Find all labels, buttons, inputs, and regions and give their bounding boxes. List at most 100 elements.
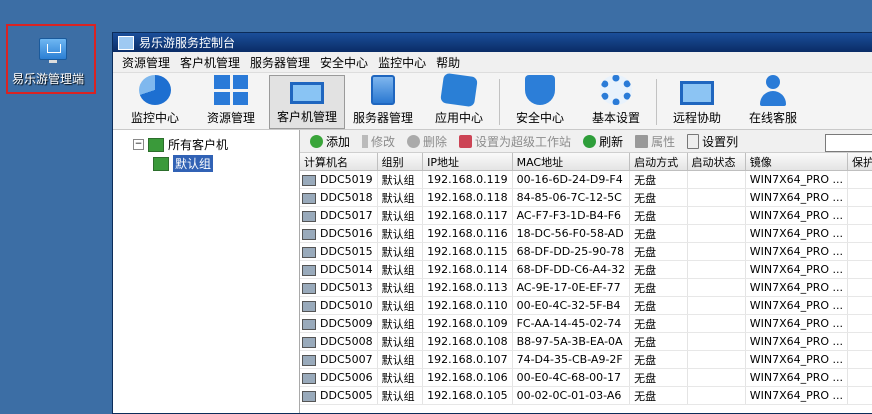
set-columns-button[interactable]: 设置列	[681, 133, 744, 150]
basic-settings-button[interactable]: 基本设置	[578, 75, 654, 129]
table-cell	[687, 188, 746, 207]
table-cell	[847, 278, 872, 297]
table-cell: 192.168.0.117	[422, 206, 513, 225]
menu-resource[interactable]: 资源管理	[117, 54, 175, 71]
delete-button[interactable]: 删除	[401, 133, 453, 150]
table-cell	[847, 224, 872, 243]
add-icon	[310, 134, 323, 148]
table-cell: 默认组	[377, 350, 424, 369]
col-header-boot-mode[interactable]: 启动方式	[629, 153, 688, 171]
table-row[interactable]: DDC5017 默认组 192.168.0.117 AC-F7-F3-1D-B4-F6…	[300, 206, 872, 225]
toolbar-label: 应用中心	[434, 111, 483, 125]
col-header-image[interactable]: 镜像	[745, 153, 849, 171]
add-button[interactable]: 添加	[304, 133, 356, 150]
refresh-icon	[583, 134, 597, 148]
table-row[interactable]: DDC5007 默认组 192.168.0.107 74-D4-35-CB-A9-2F…	[300, 350, 872, 369]
tree-node-default-group[interactable]: 默认组	[153, 155, 214, 172]
tree-node-all-clients[interactable]: − 所有客户机	[133, 136, 228, 153]
table-cell: 无盘	[629, 224, 688, 243]
computer-icon	[302, 300, 316, 312]
table-cell: FC-AA-14-45-02-74	[512, 314, 631, 333]
table-cell: 192.168.0.109	[422, 314, 513, 333]
table-cell: WIN7X64_PRO ...	[745, 332, 849, 351]
table-cell: AC-9E-17-0E-EF-77	[512, 278, 631, 297]
network-group-icon	[153, 156, 169, 171]
col-header-boot-status[interactable]: 启动状态	[687, 153, 746, 171]
remote-assist-button[interactable]: 远程协助	[659, 75, 735, 129]
monitor-center-button[interactable]: 监控中心	[117, 75, 193, 129]
computer-icon	[302, 192, 316, 204]
menu-monitor[interactable]: 监控中心	[373, 54, 431, 71]
table-cell: 无盘	[629, 170, 688, 189]
tree-label: 所有客户机	[168, 138, 229, 152]
table-cell	[847, 314, 872, 333]
client-actions-bar: 添加 修改 删除 设置为超级工作站 刷新 属性 设置列	[300, 130, 872, 153]
table-cell: 默认组	[377, 314, 424, 333]
table-row[interactable]: DDC5006 默认组 192.168.0.106 00-E0-4C-68-00-17…	[300, 368, 872, 387]
computer-icon	[302, 336, 316, 348]
desktop-shortcut-yileyou-admin[interactable]: 易乐游管理端	[6, 24, 96, 94]
document-icon	[687, 133, 700, 149]
col-header-name[interactable]: 计算机名	[300, 153, 378, 171]
table-cell: DDC5009	[300, 314, 378, 333]
table-cell: WIN7X64_PRO ...	[745, 350, 849, 369]
table-row[interactable]: DDC5015 默认组 192.168.0.115 68-DF-DD-25-90-78…	[300, 242, 872, 261]
properties-button[interactable]: 属性	[629, 133, 681, 150]
set-super-workstation-button[interactable]: 设置为超级工作站	[453, 133, 577, 150]
table-cell: 默认组	[377, 260, 424, 279]
col-header-mac[interactable]: MAC地址	[512, 153, 631, 171]
table-cell: 无盘	[629, 242, 688, 261]
menu-help[interactable]: 帮助	[431, 54, 465, 71]
computer-icon	[302, 246, 316, 258]
computer-name: DDC5005	[320, 389, 373, 402]
search-input[interactable]	[825, 134, 872, 152]
table-cell: 无盘	[629, 368, 688, 387]
app-center-button[interactable]: 应用中心	[421, 72, 497, 129]
table-cell: 无盘	[629, 314, 688, 333]
computer-name: DDC5007	[320, 353, 373, 366]
menu-client[interactable]: 客户机管理	[175, 54, 245, 71]
computer-icon	[302, 318, 316, 330]
client-management-button[interactable]: 客户机管理	[269, 75, 345, 129]
table-row[interactable]: DDC5016 默认组 192.168.0.116 18-DC-56-F0-58-AD…	[300, 224, 872, 243]
table-row[interactable]: DDC5009 默认组 192.168.0.109 FC-AA-14-45-02-74…	[300, 314, 872, 333]
table-row[interactable]: DDC5018 默认组 192.168.0.118 84-85-06-7C-12-5C…	[300, 188, 872, 207]
col-header-protect[interactable]: 保护	[847, 153, 872, 171]
server-management-button[interactable]: 服务器管理	[345, 75, 421, 129]
col-header-ip[interactable]: IP地址	[422, 153, 513, 171]
table-cell: 无盘	[629, 386, 688, 405]
properties-label: 属性	[651, 134, 676, 149]
table-cell	[847, 188, 872, 207]
table-cell: 默认组	[377, 206, 424, 225]
security-center-button[interactable]: 安全中心	[502, 75, 578, 129]
computer-name: DDC5006	[320, 371, 373, 384]
table-row[interactable]: DDC5019 默认组 192.168.0.119 00-16-6D-24-D9-F4…	[300, 170, 872, 189]
desktop-icon-label: 易乐游管理端	[12, 72, 85, 86]
table-cell: 192.168.0.115	[422, 242, 513, 261]
computer-name: DDC5009	[320, 317, 373, 330]
menu-security[interactable]: 安全中心	[315, 54, 373, 71]
table-cell: DDC5007	[300, 350, 378, 369]
edit-button[interactable]: 修改	[356, 133, 401, 150]
toolbar-label: 服务器管理	[352, 111, 413, 125]
col-header-group[interactable]: 组别	[377, 153, 424, 171]
table-cell: 无盘	[629, 260, 688, 279]
toolbar-label: 安全中心	[515, 111, 564, 125]
menu-server[interactable]: 服务器管理	[245, 54, 315, 71]
table-row[interactable]: DDC5010 默认组 192.168.0.110 00-E0-4C-32-5F-B4…	[300, 296, 872, 315]
table-cell: WIN7X64_PRO ...	[745, 278, 849, 297]
computer-icon	[302, 372, 316, 384]
resource-management-button[interactable]: 资源管理	[193, 75, 269, 129]
table-cell: 无盘	[629, 350, 688, 369]
refresh-button[interactable]: 刷新	[577, 133, 629, 150]
table-row[interactable]: DDC5005 默认组 192.168.0.105 00-02-0C-01-03-A6…	[300, 386, 872, 405]
table-cell: 68-DF-DD-25-90-78	[512, 242, 631, 261]
online-service-button[interactable]: 在线客服	[735, 75, 811, 129]
table-row[interactable]: DDC5014 默认组 192.168.0.114 68-DF-DD-C6-A4-32…	[300, 260, 872, 279]
toolbar-separator	[656, 79, 657, 125]
table-cell: WIN7X64_PRO ...	[745, 368, 849, 387]
collapse-toggle-icon[interactable]: −	[133, 139, 144, 150]
table-row[interactable]: DDC5008 默认组 192.168.0.108 B8-97-5A-3B-EA-0A…	[300, 332, 872, 351]
table-row[interactable]: DDC5013 默认组 192.168.0.113 AC-9E-17-0E-EF-77…	[300, 278, 872, 297]
client-table: 计算机名 组别 IP地址 MAC地址 启动方式 启动状态 镜像 保护 DDC50…	[300, 153, 872, 405]
